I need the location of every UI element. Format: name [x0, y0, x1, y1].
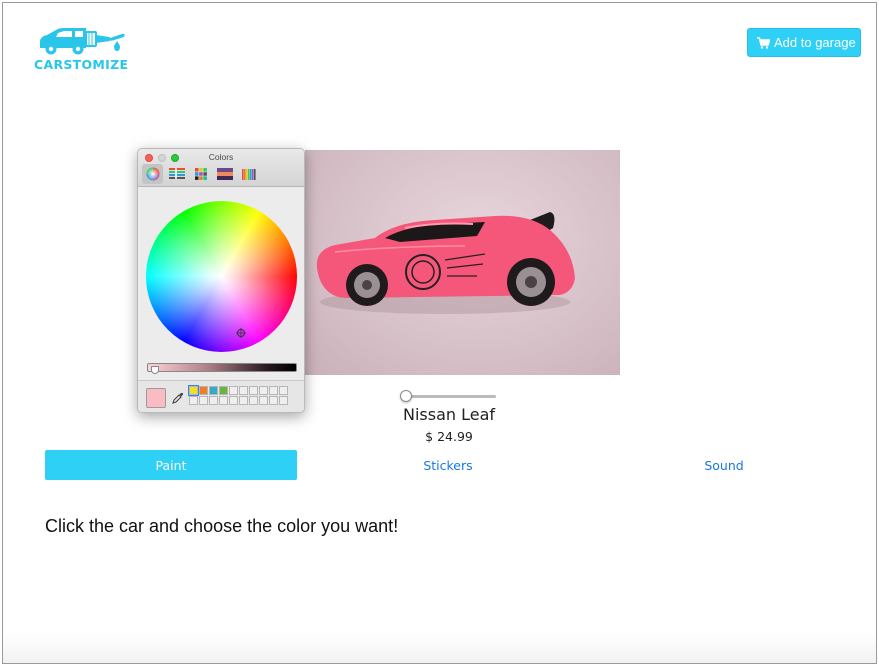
color-wheel-tab-icon[interactable]	[142, 164, 163, 184]
saved-swatch[interactable]	[209, 386, 218, 395]
empty-swatch[interactable]	[249, 386, 258, 395]
color-palettes-tab-icon[interactable]	[190, 164, 211, 184]
color-sliders-tab-icon[interactable]	[166, 164, 187, 184]
tab-paint[interactable]: Paint	[45, 450, 297, 480]
empty-swatch[interactable]	[229, 396, 238, 405]
saved-swatch[interactable]	[188, 385, 199, 396]
crosshair-icon[interactable]	[236, 325, 246, 338]
empty-swatch[interactable]	[219, 396, 228, 405]
colors-panel-title: Colors	[208, 152, 234, 162]
add-to-garage-button[interactable]: Add to garage	[747, 28, 861, 57]
product-name: Nissan Leaf	[402, 405, 496, 424]
toy-car-illustration	[316, 212, 575, 314]
saved-swatches-grid[interactable]	[188, 385, 288, 405]
empty-swatch[interactable]	[249, 396, 258, 405]
empty-swatch[interactable]	[239, 396, 248, 405]
eyedropper-icon[interactable]	[172, 391, 184, 404]
cart-icon	[757, 36, 771, 49]
empty-swatch[interactable]	[259, 386, 268, 395]
empty-swatch[interactable]	[229, 386, 238, 395]
frame-bottom-fade	[3, 633, 876, 663]
brightness-slider-thumb[interactable]	[151, 366, 159, 374]
empty-swatch[interactable]	[279, 396, 288, 405]
saved-swatch[interactable]	[199, 386, 208, 395]
size-slider-track[interactable]	[404, 395, 496, 398]
tab-sound[interactable]: Sound	[598, 450, 850, 480]
app-logo[interactable]: CARSTOMIZE	[34, 24, 130, 76]
current-color-swatch[interactable]	[146, 388, 166, 408]
add-to-garage-label: Add to garage	[774, 35, 856, 50]
colors-panel-titlebar[interactable]: Colors	[138, 149, 304, 187]
color-wheel[interactable]	[146, 201, 297, 352]
empty-swatch[interactable]	[209, 396, 218, 405]
empty-swatch[interactable]	[269, 396, 278, 405]
empty-swatch[interactable]	[259, 396, 268, 405]
paint-instructions: Click the car and choose the color you w…	[45, 516, 399, 536]
pencils-tab-icon[interactable]	[238, 164, 259, 184]
empty-swatch[interactable]	[279, 386, 288, 395]
size-slider-thumb[interactable]	[400, 390, 412, 402]
saved-swatch[interactable]	[219, 386, 228, 395]
empty-swatch[interactable]	[269, 386, 278, 395]
logo-text: CARSTOMIZE	[34, 57, 129, 72]
empty-swatch[interactable]	[239, 386, 248, 395]
product-price: $ 24.99	[425, 429, 473, 444]
empty-swatch[interactable]	[189, 396, 198, 405]
brightness-slider[interactable]	[147, 363, 297, 372]
colors-panel[interactable]: Colors	[137, 148, 305, 413]
car-brush-logo-icon	[40, 28, 125, 55]
tab-stickers[interactable]: Stickers	[322, 450, 574, 480]
image-palettes-tab-icon[interactable]	[214, 164, 235, 184]
car-image[interactable]	[305, 150, 620, 375]
colors-panel-footer	[138, 380, 304, 412]
empty-swatch[interactable]	[199, 396, 208, 405]
